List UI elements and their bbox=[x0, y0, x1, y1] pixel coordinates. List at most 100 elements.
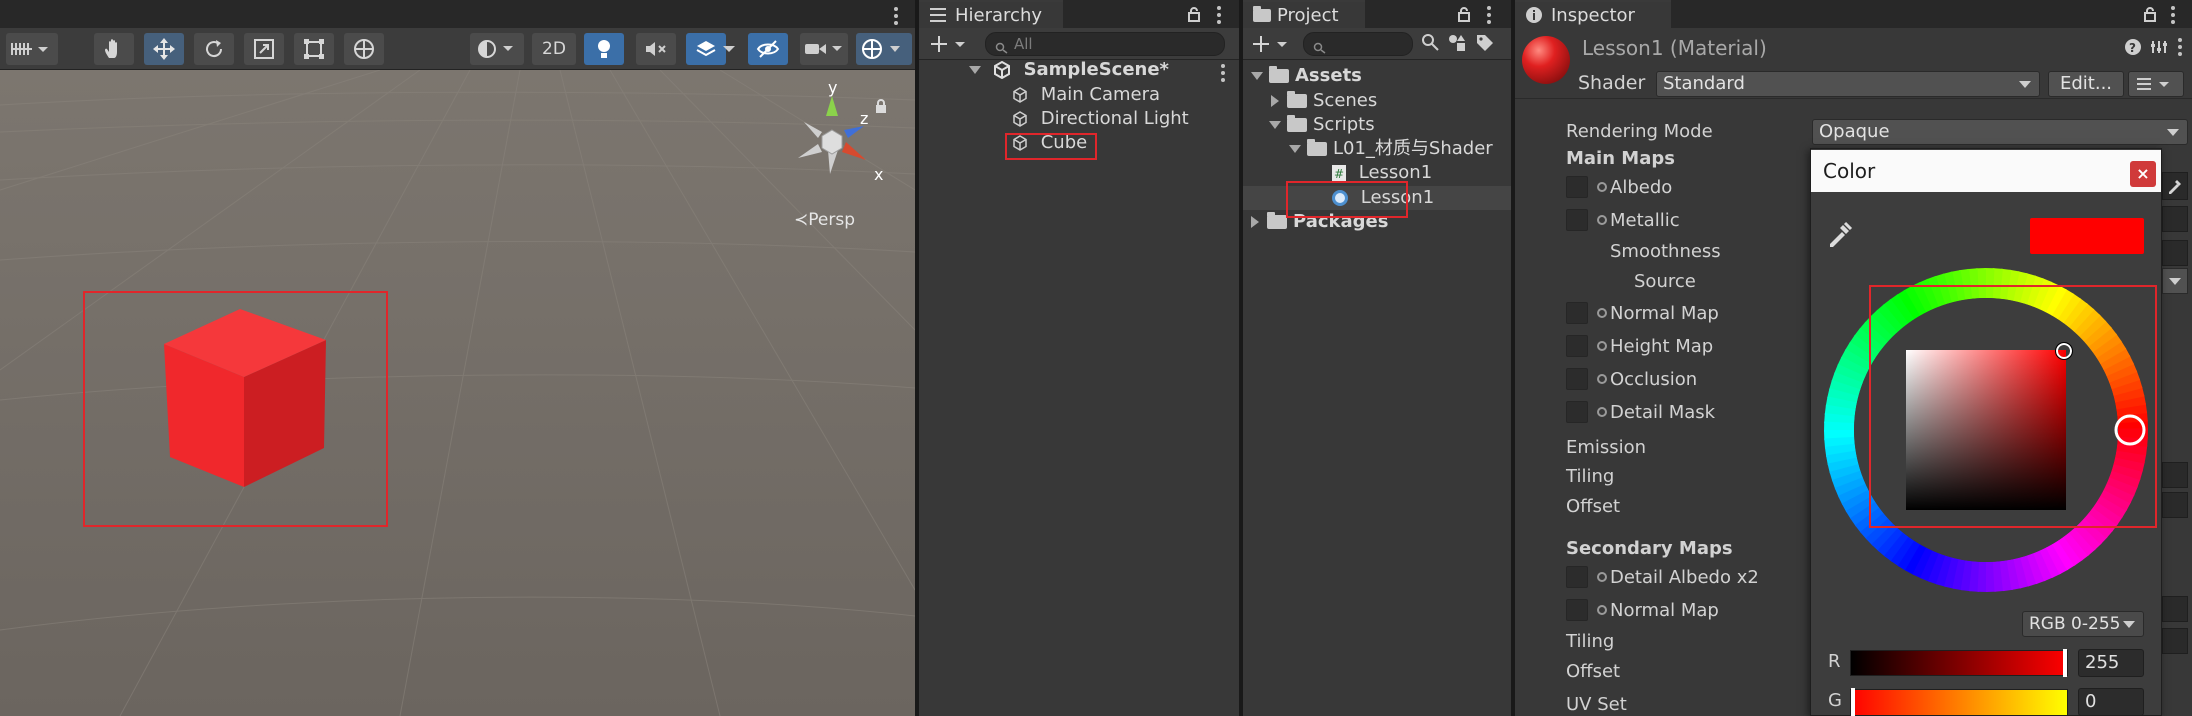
scene-view[interactable]: 2D y z x ≺Persp bbox=[0, 0, 915, 716]
gizmos-toggle-icon[interactable] bbox=[856, 33, 912, 65]
scene-root-row[interactable]: SampleScene* bbox=[969, 58, 1169, 82]
detail-mask-picker-icon[interactable] bbox=[1597, 407, 1607, 417]
offset-field-stub[interactable] bbox=[2162, 492, 2188, 518]
metallic-picker-icon[interactable] bbox=[1597, 215, 1607, 225]
rotate-tool-icon[interactable] bbox=[194, 33, 234, 65]
gizmo-y-label: y bbox=[828, 78, 837, 97]
hierarchy-item-directional-light[interactable]: Directional Light bbox=[1011, 107, 1189, 131]
hierarchy-item-main-camera[interactable]: Main Camera bbox=[1011, 83, 1160, 107]
scene-canvas[interactable]: y z x ≺Persp bbox=[0, 70, 915, 716]
red-value-field[interactable]: 255 bbox=[2078, 649, 2144, 677]
detail-albedo-picker-icon[interactable] bbox=[1597, 572, 1607, 582]
secondary-tiling-field-stub[interactable] bbox=[2162, 628, 2188, 654]
hierarchy-item-label: Main Camera bbox=[1040, 84, 1161, 105]
project-scenes-row[interactable]: Scenes bbox=[1271, 89, 1377, 113]
transform-tool-icon[interactable] bbox=[344, 33, 384, 65]
scene-root-label: SampleScene* bbox=[1023, 59, 1169, 80]
tiling-field-stub[interactable] bbox=[2162, 462, 2188, 488]
secondary-normal-field-stub[interactable] bbox=[2162, 596, 2188, 622]
green-channel-slider[interactable] bbox=[1850, 688, 2068, 716]
hierarchy-tab-label: Hierarchy bbox=[955, 4, 1043, 26]
green-slider-handle[interactable] bbox=[1851, 688, 1855, 716]
occlusion-picker-icon[interactable] bbox=[1597, 374, 1607, 384]
lighting-toggle-icon[interactable] bbox=[584, 33, 624, 65]
move-tool-icon[interactable] bbox=[144, 33, 184, 65]
tab-inspector[interactable]: Inspector bbox=[1515, 0, 1671, 28]
search-by-type-icon[interactable] bbox=[1421, 33, 1441, 58]
projection-toggle[interactable]: ≺Persp bbox=[794, 210, 855, 230]
color-mode-dropdown[interactable]: RGB 0-255 bbox=[2022, 611, 2144, 637]
color-mode-label: RGB 0-255 bbox=[2029, 614, 2121, 634]
secondary-normal-map-texture-slot[interactable] bbox=[1566, 599, 1588, 621]
rendering-mode-dropdown[interactable]: Opaque bbox=[1812, 119, 2188, 145]
projection-label: Persp bbox=[808, 210, 855, 230]
hierarchy-menu-icon[interactable] bbox=[1217, 6, 1221, 24]
audio-mute-icon[interactable] bbox=[636, 33, 676, 65]
secondary-normal-map-label: Normal Map bbox=[1610, 600, 1719, 621]
project-add-icon[interactable] bbox=[1251, 32, 1291, 56]
hierarchy-add-icon[interactable] bbox=[929, 32, 969, 56]
metallic-texture-slot[interactable] bbox=[1566, 209, 1588, 231]
normal-map-picker-icon[interactable] bbox=[1597, 308, 1607, 318]
orientation-gizmo[interactable]: y z x bbox=[780, 78, 890, 188]
occlusion-texture-slot[interactable] bbox=[1566, 368, 1588, 390]
inspector-menu-icon[interactable] bbox=[2171, 6, 2175, 24]
albedo-picker-icon[interactable] bbox=[1597, 182, 1607, 192]
project-assets-row[interactable]: Assets bbox=[1251, 64, 1362, 88]
metallic-field-stub[interactable] bbox=[2162, 206, 2188, 232]
color-picker-close-button[interactable]: × bbox=[2130, 161, 2156, 187]
shader-dropdown[interactable]: Standard bbox=[1656, 71, 2040, 97]
shader-options-button[interactable] bbox=[2128, 71, 2184, 97]
rendering-mode-label: Rendering Mode bbox=[1566, 121, 1713, 142]
source-dropdown-stub[interactable] bbox=[2162, 268, 2188, 294]
lock-icon[interactable] bbox=[874, 98, 888, 119]
red-slider-handle[interactable] bbox=[2063, 649, 2067, 677]
tab-hierarchy[interactable]: Hierarchy bbox=[919, 0, 1063, 28]
tab-project[interactable]: Project bbox=[1243, 0, 1365, 28]
mode-2d-button[interactable]: 2D bbox=[532, 33, 576, 65]
preset-icon[interactable] bbox=[2150, 38, 2168, 61]
project-menu-icon[interactable] bbox=[1487, 6, 1491, 24]
secondary-tiling-label: Tiling bbox=[1566, 631, 1615, 652]
shading-mode-icon[interactable] bbox=[470, 33, 524, 65]
red-channel-slider[interactable] bbox=[1850, 649, 2068, 677]
green-value-field[interactable]: 0 bbox=[2078, 688, 2144, 716]
project-lock-icon[interactable] bbox=[1457, 6, 1471, 27]
secondary-normal-map-picker-icon[interactable] bbox=[1597, 605, 1607, 615]
source-label: Source bbox=[1634, 271, 1696, 292]
expand-arrow-icon bbox=[1269, 121, 1281, 129]
shader-label: Shader bbox=[1578, 72, 1646, 94]
albedo-eyedropper-stub[interactable] bbox=[2162, 172, 2188, 200]
camera-settings-icon[interactable] bbox=[800, 33, 848, 65]
hierarchy-lock-icon[interactable] bbox=[1187, 6, 1201, 27]
normal-map-texture-slot[interactable] bbox=[1566, 302, 1588, 324]
metallic-label: Metallic bbox=[1610, 210, 1680, 231]
search-by-label-icon[interactable] bbox=[1447, 33, 1467, 58]
grid-snap-icon[interactable] bbox=[6, 33, 58, 65]
shader-edit-button[interactable]: Edit... bbox=[2048, 71, 2124, 97]
tag-icon[interactable] bbox=[1475, 33, 1495, 58]
color-eyedropper-icon[interactable] bbox=[1826, 220, 1854, 253]
project-scripts-row[interactable]: Scripts bbox=[1269, 113, 1375, 137]
height-map-picker-icon[interactable] bbox=[1597, 341, 1607, 351]
detail-albedo-texture-slot[interactable] bbox=[1566, 566, 1588, 588]
height-map-texture-slot[interactable] bbox=[1566, 335, 1588, 357]
svg-text:#: # bbox=[1334, 167, 1344, 181]
hierarchy-search-input[interactable]: All bbox=[985, 32, 1225, 56]
scene-root-menu-icon[interactable] bbox=[1221, 64, 1225, 82]
help-icon[interactable]: ? bbox=[2124, 38, 2142, 61]
hidden-objects-icon[interactable] bbox=[748, 33, 788, 65]
inspector-lock-icon[interactable] bbox=[2143, 6, 2157, 27]
detail-mask-texture-slot[interactable] bbox=[1566, 401, 1588, 423]
albedo-texture-slot[interactable] bbox=[1566, 176, 1588, 198]
project-subfolder-row[interactable]: L01_材质与Shader bbox=[1289, 137, 1493, 161]
smoothness-field-stub[interactable] bbox=[2162, 240, 2188, 266]
scene-menu-icon[interactable] bbox=[894, 7, 898, 25]
material-menu-icon[interactable] bbox=[2178, 38, 2182, 56]
projection-arrow-icon: ≺ bbox=[794, 210, 809, 230]
hand-tool-icon[interactable] bbox=[94, 33, 134, 65]
scale-tool-icon[interactable] bbox=[244, 33, 284, 65]
inspector-tab-label: Inspector bbox=[1551, 4, 1635, 26]
rect-tool-icon[interactable] bbox=[294, 33, 334, 65]
effects-dropdown-icon[interactable] bbox=[716, 33, 742, 65]
